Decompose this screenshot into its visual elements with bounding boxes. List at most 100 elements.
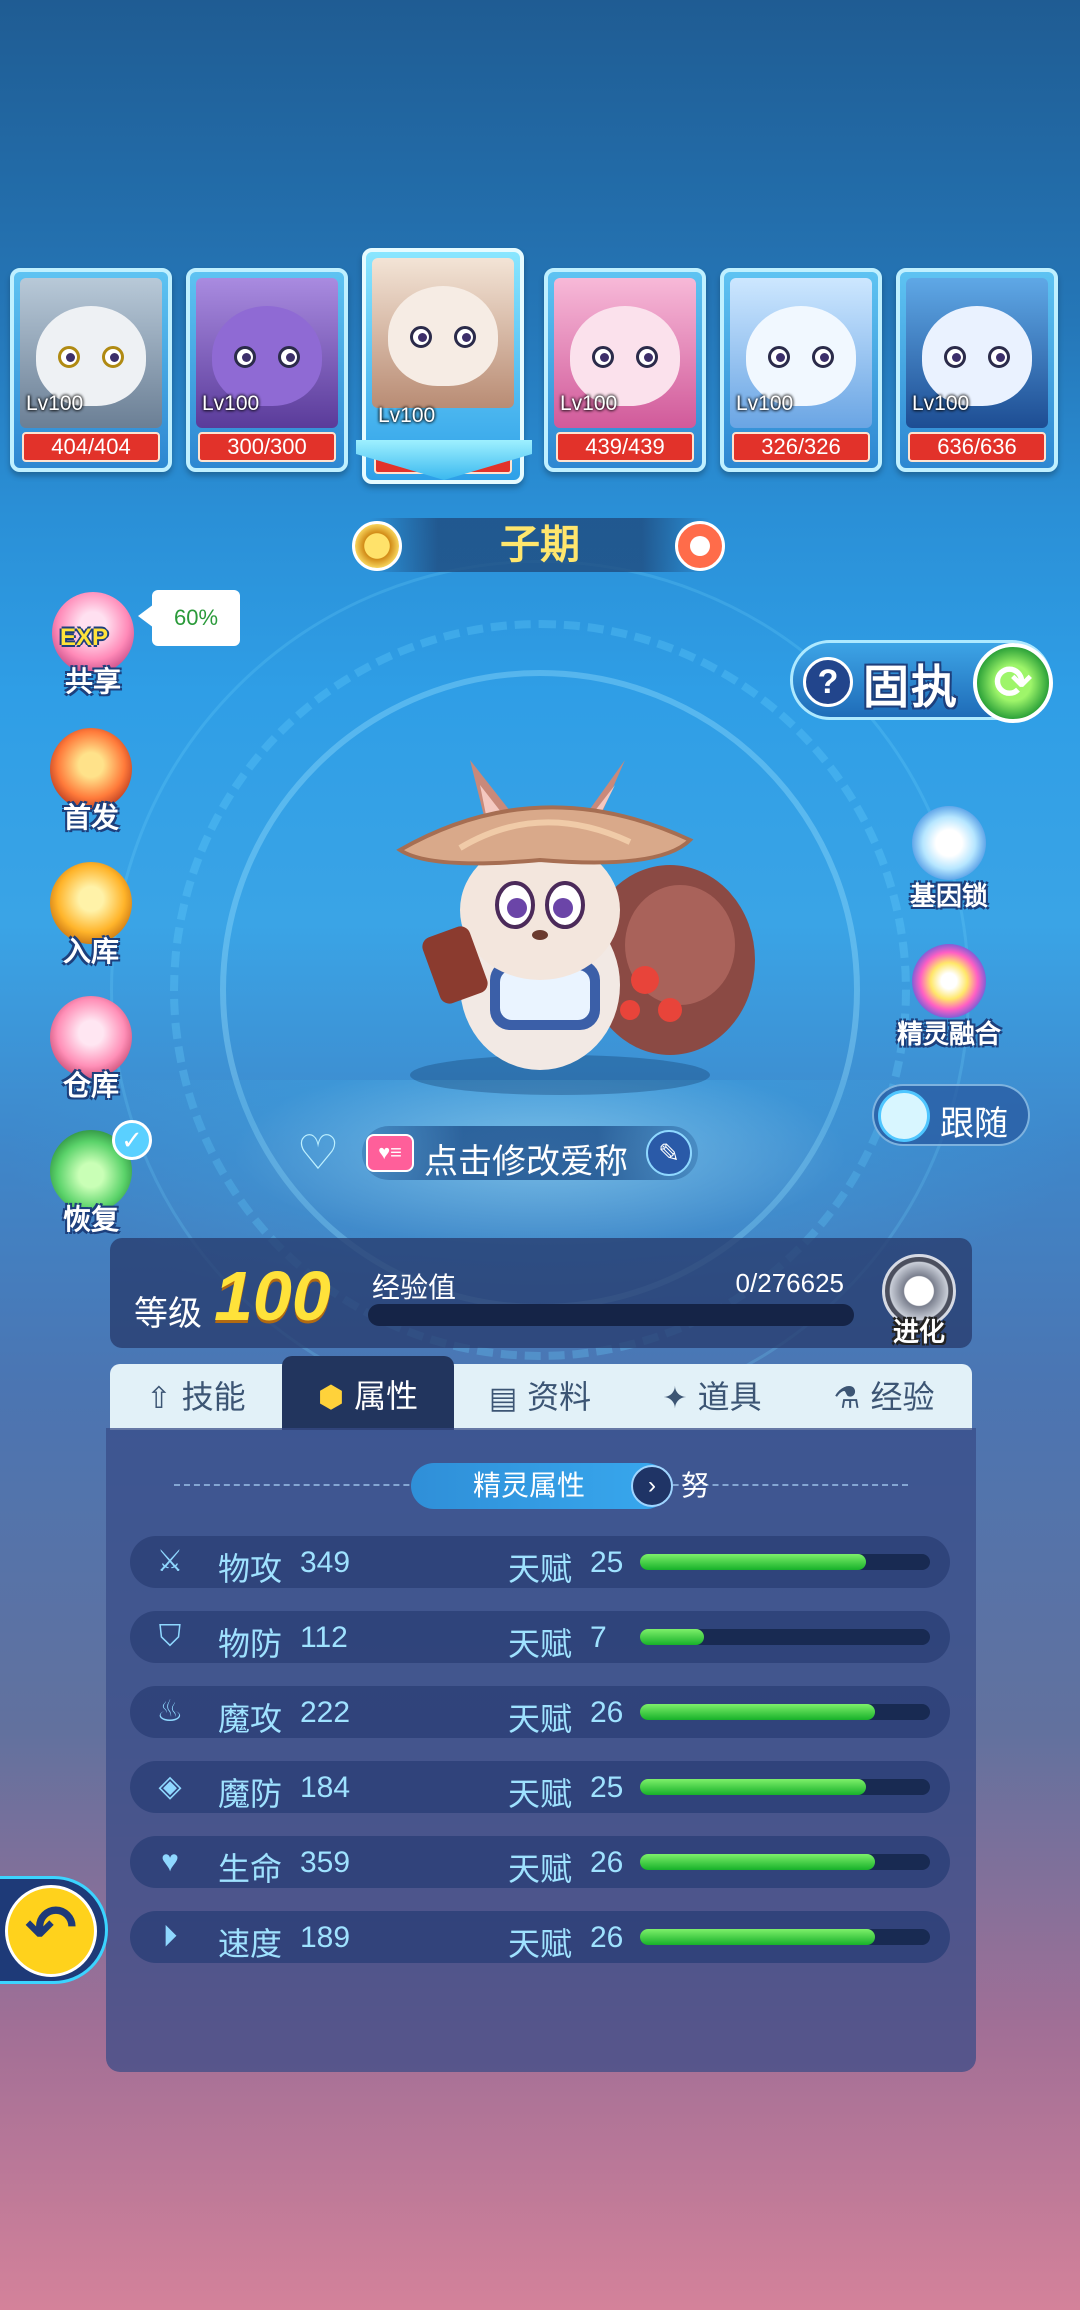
pet-level: Lv100: [378, 404, 436, 427]
talent-label: 天赋: [508, 1926, 573, 1962]
stat-row-health: ♥ 生命 359 天赋 26: [130, 1836, 950, 1888]
name-tag-icon: ♥≡: [366, 1134, 414, 1172]
tab-skills[interactable]: ⇧ 技能: [110, 1364, 282, 1430]
stat-name: 速度: [218, 1926, 283, 1962]
pet-level: Lv100: [912, 392, 970, 415]
stat-row-magic-defense: ◈ 魔防 184 天赋 25: [130, 1761, 950, 1813]
medal-icon[interactable]: [352, 521, 402, 571]
back-arrow-icon: ↶: [5, 1885, 97, 1977]
talent-label: 天赋: [508, 1776, 573, 1812]
talent-bar: [640, 1779, 930, 1795]
gene-lock-button[interactable]: 基因锁: [884, 806, 1014, 916]
exp-share-button[interactable]: EXP 共享: [38, 592, 148, 702]
sword-icon: ⚔: [156, 1545, 184, 1578]
talent-label: 天赋: [508, 1551, 573, 1587]
talent-value: 26: [590, 1696, 624, 1729]
talent-value: 25: [590, 1546, 624, 1579]
pet-face: [388, 286, 498, 386]
fusion-button[interactable]: 精灵融合: [884, 944, 1014, 1054]
stat-row-speed: ⏵ 速度 189 天赋 26: [130, 1911, 950, 1963]
evolve-label: 进化: [892, 1317, 945, 1347]
pet-type-icon[interactable]: [675, 521, 725, 571]
talent-bar-fill: [640, 1554, 867, 1570]
nature-trait-label: 固执: [863, 661, 959, 713]
pet-slot-2[interactable]: Lv100 300/300: [186, 268, 348, 472]
pet-face: [212, 306, 322, 406]
stat-name: 物防: [218, 1626, 283, 1662]
profile-icon: ▤: [488, 1382, 518, 1415]
nature-label: 努: [681, 1470, 710, 1501]
store-button[interactable]: 入库: [36, 862, 146, 972]
pet-hp: 300/300: [198, 432, 336, 462]
nickname-prompt: 点击修改爱称: [424, 1143, 628, 1181]
talent-value: 26: [590, 1846, 624, 1879]
heart-plus-icon: ♥: [161, 1845, 179, 1878]
warehouse-button[interactable]: 仓库: [36, 996, 146, 1106]
pet-portrait-fox: [372, 258, 514, 408]
stat-value: 112: [300, 1621, 348, 1654]
pet-character-illustration[interactable]: [340, 730, 760, 1100]
flask-icon: ⚗: [833, 1382, 861, 1415]
talent-value: 26: [590, 1921, 624, 1954]
talent-bar-fill: [640, 1929, 875, 1945]
first-release-button[interactable]: 首发: [36, 728, 146, 838]
tab-label: 技能: [181, 1379, 246, 1415]
edit-pencil-icon[interactable]: ✎: [646, 1130, 692, 1176]
tab-label: 经验: [870, 1379, 935, 1415]
follow-toggle[interactable]: 跟随: [872, 1084, 1030, 1146]
pet-level: Lv100: [736, 392, 794, 415]
talent-value: 7: [590, 1621, 607, 1654]
favorite-heart-icon[interactable]: ♡: [292, 1130, 344, 1178]
chevron-right-icon[interactable]: ›: [631, 1465, 673, 1507]
attribute-icon: ⬢: [317, 1381, 345, 1414]
nickname-edit-bar[interactable]: ♥≡ 点击修改爱称 ✎: [362, 1126, 698, 1181]
exp-progress-bar: [368, 1304, 854, 1326]
tab-profile[interactable]: ▤ 资料: [454, 1364, 626, 1430]
tab-items[interactable]: ✦ 道具: [626, 1364, 798, 1430]
pet-slot-1[interactable]: Lv100 404/404: [10, 268, 172, 472]
exp-share-label: 共享: [64, 666, 121, 697]
pet-slot-4[interactable]: Lv100 439/439: [544, 268, 706, 472]
evolve-button[interactable]: 进化: [878, 1250, 960, 1347]
tab-label: 道具: [697, 1379, 762, 1415]
talent-bar: [640, 1629, 930, 1645]
first-release-label: 首发: [62, 802, 119, 833]
follow-label: 跟随: [940, 1105, 1008, 1143]
level-label: 等级: [134, 1295, 202, 1333]
back-button[interactable]: ↶: [0, 1876, 108, 1984]
help-icon[interactable]: ?: [803, 657, 853, 707]
pet-face: [570, 306, 680, 406]
fusion-label: 精灵融合: [896, 1019, 1001, 1049]
recover-label: 恢复: [62, 1204, 119, 1235]
stat-name: 生命: [218, 1851, 283, 1887]
stat-value: 349: [300, 1546, 351, 1579]
tab-attributes[interactable]: ⬢ 属性: [282, 1356, 454, 1430]
tab-experience[interactable]: ⚗ 经验: [798, 1364, 970, 1430]
flame-icon: ♨: [156, 1695, 184, 1728]
speed-icon: ⏵: [162, 1920, 178, 1953]
tab-label: 资料: [527, 1379, 592, 1415]
attributes-section-header[interactable]: 精灵属性 › 努: [411, 1463, 709, 1509]
pet-level: Lv100: [26, 392, 84, 415]
talent-value: 25: [590, 1771, 624, 1804]
talent-bar-fill: [640, 1704, 875, 1720]
attributes-panel: 精灵属性 › 努 ⚔ 物攻 349 天赋 25 ⛉ 物防 112 天赋 7 ♨ …: [106, 1428, 976, 2072]
talent-bar: [640, 1854, 930, 1870]
nature-trait-button[interactable]: ? 固执 ⟳: [790, 640, 1053, 723]
gene-lock-label: 基因锁: [909, 881, 988, 911]
level-value: 100: [214, 1257, 331, 1335]
talent-bar: [640, 1929, 930, 1945]
refresh-icon[interactable]: ⟳: [973, 643, 1053, 723]
stat-name: 物攻: [218, 1551, 283, 1587]
talent-bar-fill: [640, 1854, 875, 1870]
stat-value: 184: [300, 1771, 351, 1804]
pet-slot-5[interactable]: Lv100 326/326: [720, 268, 882, 472]
stat-name: 魔攻: [218, 1701, 283, 1737]
stat-name: 魔防: [218, 1776, 283, 1812]
check-icon: ✓: [112, 1120, 152, 1160]
pet-slot-6[interactable]: Lv100 636/636: [896, 268, 1058, 472]
exp-share-percent: 60%: [138, 590, 240, 646]
pet-name: 子期: [370, 518, 710, 572]
talent-bar-fill: [640, 1629, 704, 1645]
fusion-orb-icon: [912, 944, 986, 1018]
